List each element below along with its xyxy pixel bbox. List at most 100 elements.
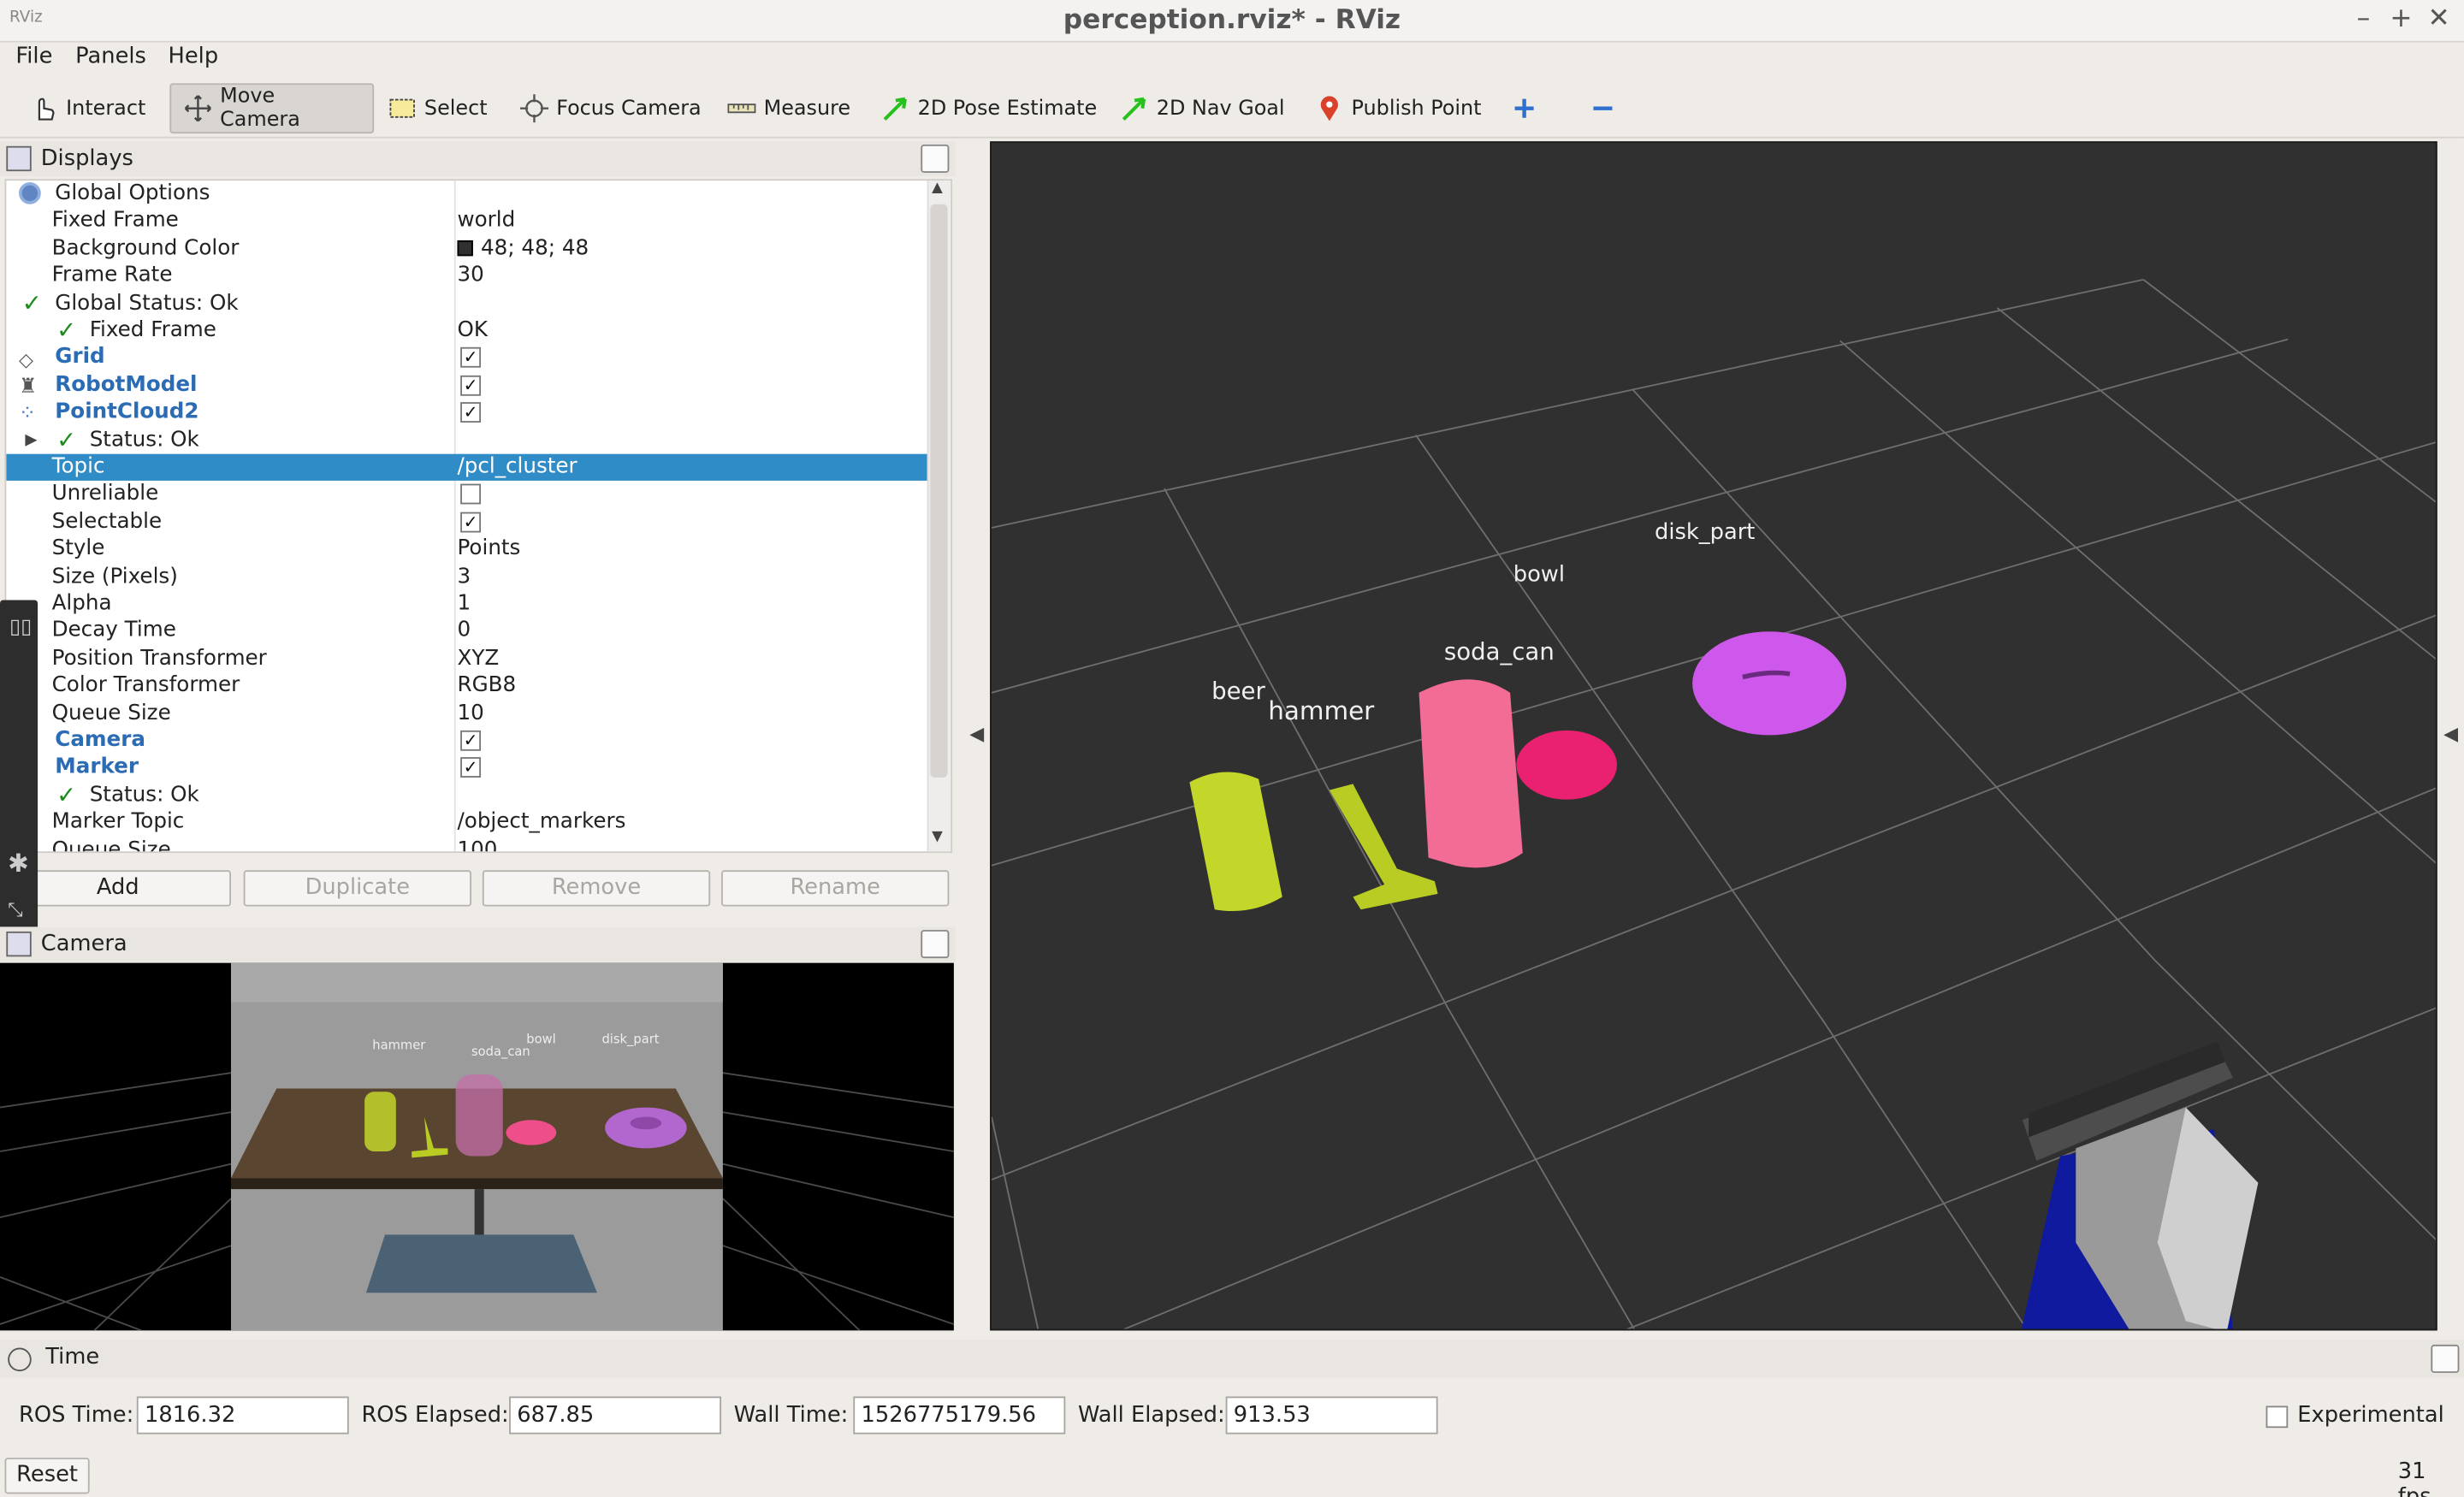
row-key: Grid — [55, 346, 105, 370]
scroll-up-icon[interactable]: ▲ — [932, 180, 943, 196]
row-key: Unreliable — [51, 482, 159, 507]
pointcloud2-checkbox[interactable]: ✓ — [460, 402, 482, 423]
tree-row-marker[interactable]: Marker ✓ — [6, 754, 930, 782]
row-key: Marker — [55, 755, 139, 780]
tool-focus-camera[interactable]: Focus Camera — [506, 83, 715, 133]
tree-row-marker-topic[interactable]: Marker Topic /object_markers — [6, 809, 930, 837]
maximize-button[interactable]: + — [2385, 3, 2417, 38]
wall-elapsed-field[interactable]: 913.53 — [1225, 1396, 1438, 1435]
tree-row-position-transformer[interactable]: Position Transformer XYZ — [6, 645, 930, 672]
settings-gear-icon[interactable]: ✱ — [8, 849, 29, 879]
render-view-3d[interactable]: beer hammer soda_can bowl disk_part — [990, 141, 2437, 1331]
robotmodel-checkbox[interactable]: ✓ — [460, 375, 482, 396]
ros-elapsed-label: ROS Elapsed: — [361, 1402, 509, 1429]
tree-row-marker-status[interactable]: ✓ Status: Ok — [6, 781, 930, 809]
menu-help[interactable]: Help — [159, 44, 228, 68]
tool-publish-point[interactable]: Publish Point — [1301, 83, 1496, 133]
tree-row-pointcloud2[interactable]: ⁘ PointCloud2 ✓ — [6, 399, 930, 427]
tool-2d-nav-goal[interactable]: 2D Nav Goal — [1106, 83, 1299, 133]
focus-camera-icon — [519, 94, 549, 123]
tool-select[interactable]: Select — [374, 83, 501, 133]
menu-file[interactable]: File — [6, 44, 62, 68]
ros-elapsed-field[interactable]: 687.85 — [509, 1396, 722, 1435]
grid-scene — [991, 278, 2436, 1329]
tree-row-grid[interactable]: ◇ Grid ✓ — [6, 345, 930, 372]
plus-icon — [1510, 94, 1538, 122]
row-key: Queue Size — [51, 837, 171, 854]
color-swatch — [457, 240, 473, 256]
menu-panels[interactable]: Panels — [66, 44, 156, 68]
add-tool-button[interactable] — [1496, 83, 1561, 133]
collapse-right-arrow-icon[interactable]: ◀ — [2443, 723, 2458, 745]
expand-arrow-icon[interactable]: ▶ — [25, 427, 37, 453]
wall-time-field[interactable]: 1526775179.56 — [853, 1396, 1066, 1435]
remove-tool-button[interactable] — [1574, 83, 1638, 133]
add-button[interactable]: Add — [4, 870, 231, 907]
row-value: world — [457, 209, 516, 234]
time-undock-button[interactable] — [2431, 1344, 2460, 1373]
tree-row-alpha[interactable]: Alpha 1 — [6, 590, 930, 618]
tree-row-camera[interactable]: Camera ✓ — [6, 727, 930, 754]
unreliable-checkbox[interactable] — [460, 484, 482, 506]
label-beer: beer — [1211, 677, 1265, 706]
displays-tree[interactable]: Global Options Fixed Frame world Backgro… — [4, 179, 953, 854]
tree-row-style[interactable]: Style Points — [6, 536, 930, 564]
row-key: Selectable — [51, 510, 163, 534]
tree-row-color-transformer[interactable]: Color Transformer RGB8 — [6, 672, 930, 700]
camera-scene — [0, 962, 954, 1331]
camera-undock-button[interactable] — [921, 930, 950, 959]
row-key: Status: Ok — [89, 783, 199, 808]
tree-row-global-status[interactable]: ✓ Global Status: Ok — [6, 289, 930, 317]
close-button[interactable]: ✕ — [2423, 3, 2455, 38]
tool-move-camera[interactable]: Move Camera — [169, 83, 375, 134]
remove-button[interactable]: Remove — [482, 870, 711, 907]
tree-row-fixed-frame-status[interactable]: ✓ Fixed Frame OK — [6, 317, 930, 345]
time-title: Time — [45, 1344, 100, 1370]
experimental-checkbox[interactable] — [2266, 1405, 2289, 1429]
camera-checkbox[interactable]: ✓ — [460, 730, 482, 751]
row-key: Alpha — [51, 592, 112, 616]
minimize-button[interactable]: – — [2348, 3, 2379, 38]
tree-row-global-options[interactable]: Global Options — [6, 180, 930, 208]
marker-checkbox[interactable]: ✓ — [460, 757, 482, 778]
row-value: 10 — [457, 701, 484, 725]
rename-button[interactable]: Rename — [721, 870, 950, 907]
green-arrow-icon — [881, 94, 909, 122]
tool-measure[interactable]: Measure — [714, 83, 865, 133]
undock-button[interactable] — [921, 144, 950, 173]
tool-interact[interactable]: Interact — [15, 83, 159, 133]
tree-row-unreliable[interactable]: Unreliable — [6, 482, 930, 509]
tree-row-marker-queue-size[interactable]: Queue Size 100 — [6, 837, 930, 854]
ruler-icon — [727, 94, 756, 122]
row-key: Status: Ok — [89, 428, 199, 453]
row-key: Fixed Frame — [51, 209, 179, 234]
map-pin-icon — [1315, 94, 1343, 122]
tree-row-decay-time[interactable]: Decay Time 0 — [6, 618, 930, 645]
tree-row-fixed-frame[interactable]: Fixed Frame world — [6, 208, 930, 235]
tree-row-selectable[interactable]: Selectable ✓ — [6, 509, 930, 536]
scrollbar-thumb[interactable] — [930, 204, 948, 778]
selectable-checkbox[interactable]: ✓ — [460, 512, 482, 533]
row-value-text: 48; 48; 48 — [481, 236, 589, 261]
tree-row-background-color[interactable]: Background Color 48; 48; 48 — [6, 235, 930, 263]
row-key: Camera — [55, 729, 145, 753]
grid-checkbox[interactable]: ✓ — [460, 347, 482, 369]
duplicate-button[interactable]: Duplicate — [243, 870, 472, 907]
row-key: Background Color — [51, 236, 240, 261]
tree-row-frame-rate[interactable]: Frame Rate 30 — [6, 263, 930, 290]
ros-time-field[interactable]: 1816.32 — [136, 1396, 349, 1435]
reset-button[interactable]: Reset — [4, 1458, 90, 1494]
resize-icon[interactable]: ⤡ — [8, 898, 23, 922]
tree-row-robotmodel[interactable]: ♜ RobotModel ✓ — [6, 372, 930, 399]
camera-image[interactable]: hammer soda_can bowl disk_part — [0, 962, 954, 1331]
pause-icon[interactable]: ▯▯ — [9, 616, 32, 640]
tree-row-topic[interactable]: Topic /pcl_cluster — [6, 453, 931, 482]
collapse-left-arrow-icon[interactable]: ◀ — [969, 723, 984, 745]
time-panel: Time ROS Time: 1816.32 ROS Elapsed: 687.… — [0, 1340, 2464, 1497]
tree-row-pointcloud-status[interactable]: ▶ ✓ Status: Ok — [6, 426, 930, 454]
tree-row-size-pixels[interactable]: Size (Pixels) 3 — [6, 563, 930, 590]
tool-2d-pose-estimate[interactable]: 2D Pose Estimate — [868, 83, 1111, 133]
row-key: Decay Time — [51, 619, 176, 643]
tree-row-queue-size[interactable]: Queue Size 10 — [6, 700, 930, 727]
scroll-down-icon[interactable]: ▼ — [932, 830, 943, 845]
